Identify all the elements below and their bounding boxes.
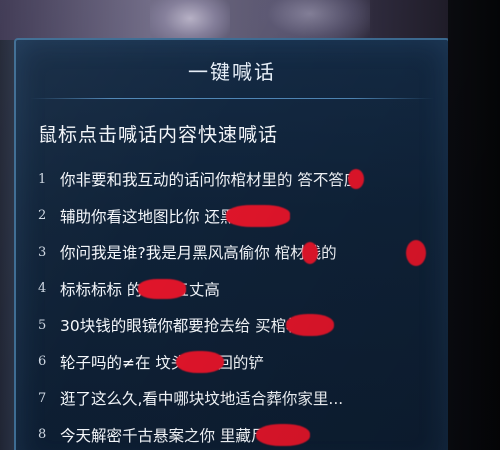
message-number: 8 — [38, 427, 47, 443]
chat-message-list: 1 你非要和我互动的话问你棺材里的 答不答应 2 辅助你看这地图比你 还黑 3 … — [38, 161, 438, 450]
censor-mark — [348, 169, 364, 189]
title-divider — [30, 98, 434, 99]
message-text: 你非要和我互动的话问你棺材里的 答不答应 — [60, 171, 360, 190]
chat-message-item[interactable]: 2 辅助你看这地图比你 还黑 — [38, 198, 438, 235]
message-text: 你问我是谁?我是月黑风高偷你 棺材钱的 — [60, 244, 337, 263]
message-text: 今天解密千古悬案之你 里藏尸案 — [60, 426, 282, 445]
chat-message-item[interactable]: 5 30块钱的眼镜你都要抢去给 买棺材 — [38, 307, 438, 344]
chat-message-item[interactable]: 8 今天解密千古悬案之你 里藏尸案 — [38, 417, 438, 450]
chat-message-item[interactable]: 3 你问我是谁?我是月黑风高偷你 棺材钱的 — [38, 234, 438, 271]
censor-mark — [138, 278, 186, 299]
censor-mark — [256, 423, 310, 446]
message-number: 2 — [38, 208, 47, 224]
message-text: 辅助你看这地图比你 还黑 — [60, 207, 236, 226]
chat-message-item[interactable]: 6 轮子吗的≠在 坟头上来回的铲 — [38, 344, 438, 381]
quick-chat-panel: 一键喊话 鼠标点击喊话内容快速喊话 1 你非要和我互动的话问你棺材里的 答不答应… — [14, 38, 450, 450]
censor-mark — [286, 314, 334, 336]
censor-mark — [302, 242, 318, 264]
message-number: 4 — [38, 281, 47, 297]
chat-message-item[interactable]: 7 逛了这么久,看中哪块坟地适合葬你家里... — [38, 380, 438, 417]
message-number: 5 — [38, 317, 47, 333]
message-number: 6 — [38, 354, 47, 370]
monitor-bezel — [448, 0, 500, 450]
panel-title: 一键喊话 — [188, 60, 276, 84]
message-number: 1 — [38, 171, 47, 187]
chat-message-item[interactable]: 4 标标标标 的坟草五丈高 — [38, 271, 438, 308]
censor-mark — [226, 204, 290, 227]
message-text: 30块钱的眼镜你都要抢去给 买棺材 — [60, 317, 302, 336]
message-number: 7 — [38, 390, 47, 406]
censor-mark — [406, 240, 426, 266]
photo-scene: 一键喊话 鼠标点击喊话内容快速喊话 1 你非要和我互动的话问你棺材里的 答不答应… — [0, 0, 500, 450]
message-number: 3 — [38, 244, 47, 260]
panel-subtitle: 鼠标点击喊话内容快速喊话 — [38, 124, 279, 146]
message-text: 逛了这么久,看中哪块坟地适合葬你家里... — [60, 390, 344, 409]
censor-mark — [176, 350, 224, 373]
chat-message-item[interactable]: 1 你非要和我互动的话问你棺材里的 答不答应 — [38, 161, 438, 198]
message-text: 轮子吗的≠在 坟头上来回的铲 — [60, 353, 264, 372]
